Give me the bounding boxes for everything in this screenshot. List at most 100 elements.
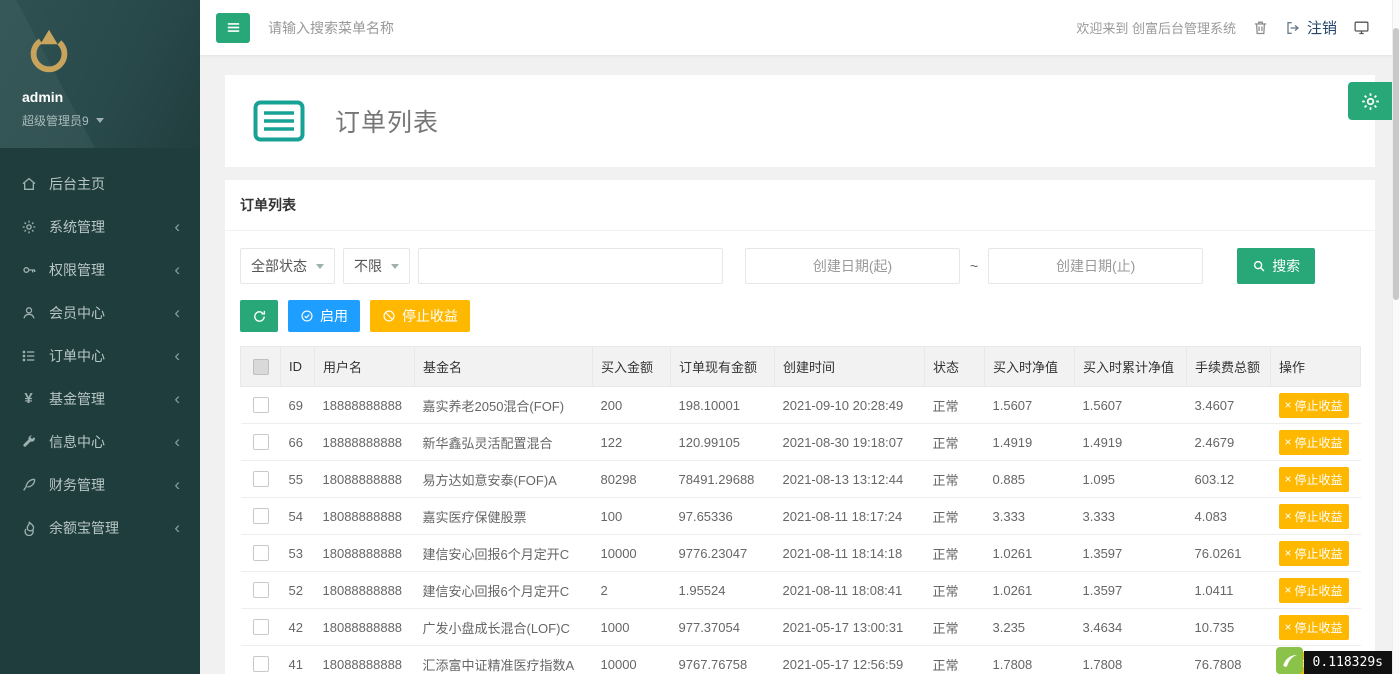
limit-select[interactable]: 不限 <box>343 248 410 284</box>
cell-current-amount: 198.10001 <box>670 386 775 424</box>
cell-acc-nav: 1.3597 <box>1074 571 1187 609</box>
cell-fund-name: 易方达如意安泰(FOF)A <box>414 460 593 498</box>
settings-fab-button[interactable] <box>1348 82 1392 120</box>
cell-buy-amount: 2 <box>592 571 671 609</box>
row-checkbox[interactable] <box>252 582 269 599</box>
row-checkbox[interactable] <box>252 656 269 673</box>
refresh-button[interactable] <box>240 300 278 332</box>
cell-fund-name: 汇添富中证精准医疗指数A <box>414 645 593 674</box>
sidebar-item-finance[interactable]: 财务管理 ‹ <box>0 463 200 506</box>
cell-id: 52 <box>280 571 315 609</box>
sidebar-item-member[interactable]: 会员中心 ‹ <box>0 291 200 334</box>
row-checkbox[interactable] <box>252 619 269 636</box>
cell-username: 18088888888 <box>314 571 415 609</box>
sidebar-item-info[interactable]: 信息中心 ‹ <box>0 420 200 463</box>
chevron-left-icon: ‹ <box>174 432 180 451</box>
cell-current-amount: 1.95524 <box>670 571 775 609</box>
table-row: 55 18088888888 易方达如意安泰(FOF)A 80298 78491… <box>240 460 1361 498</box>
topbar-right: 欢迎来到 创富后台管理系统 注销 <box>1076 17 1384 38</box>
cell-acc-nav: 3.4634 <box>1074 608 1187 646</box>
date-start-input[interactable] <box>745 248 960 284</box>
cell-current-amount: 120.99105 <box>670 423 775 461</box>
row-stop-button[interactable]: × 停止收益 <box>1278 429 1349 455</box>
search-button-label: 搜索 <box>1272 258 1301 274</box>
keyword-input[interactable] <box>418 248 723 284</box>
gears-icon <box>20 218 37 235</box>
welcome-text: 欢迎来到 创富后台管理系统 <box>1076 21 1236 36</box>
date-end-input[interactable] <box>988 248 1204 284</box>
row-stop-button[interactable]: × 停止收益 <box>1278 540 1349 566</box>
sidebar-item-order[interactable]: 订单中心 ‹ <box>0 334 200 377</box>
row-checkbox-cell <box>240 571 281 609</box>
row-checkbox[interactable] <box>252 434 269 451</box>
stop-profit-button[interactable]: 停止收益 <box>370 300 470 332</box>
column-header: 状态 <box>924 346 985 387</box>
row-stop-button[interactable]: × 停止收益 <box>1278 392 1349 418</box>
cell-status: 正常 <box>924 608 985 646</box>
row-stop-button[interactable]: × 停止收益 <box>1278 577 1349 603</box>
caret-down-icon <box>391 263 399 269</box>
cell-buy-amount: 100 <box>592 497 671 535</box>
cell-acc-nav: 1.095 <box>1074 460 1187 498</box>
close-icon: × <box>1284 546 1292 560</box>
row-checkbox-cell <box>240 645 281 674</box>
cell-buy-nav: 1.0261 <box>984 534 1075 572</box>
row-checkbox[interactable] <box>252 545 269 562</box>
role-dropdown[interactable]: 超级管理员9 <box>22 112 104 129</box>
logout-link[interactable]: 注销 <box>1285 17 1337 38</box>
user-icon <box>20 304 37 321</box>
cell-action: × 停止收益 <box>1270 460 1361 498</box>
order-table-body: 69 18888888888 嘉实养老2050混合(FOF) 200 198.1… <box>240 386 1361 674</box>
status-select[interactable]: 全部状态 <box>240 248 335 284</box>
cell-username: 18088888888 <box>314 460 415 498</box>
sidebar-item-fund[interactable]: ¥ 基金管理 ‹ <box>0 377 200 420</box>
enable-button[interactable]: 启用 <box>288 300 360 332</box>
row-stop-button[interactable]: × 停止收益 <box>1278 503 1349 529</box>
cell-action: × 停止收益 <box>1270 571 1361 609</box>
sidebar-item-yuebao[interactable]: 余额宝管理 ‹ <box>0 506 200 549</box>
sidebar-item-system[interactable]: 系统管理 ‹ <box>0 205 200 248</box>
stop-button-label: 停止收益 <box>402 308 458 324</box>
menu-search-input[interactable] <box>266 18 516 37</box>
table-row: 66 18888888888 新华鑫弘灵活配置混合 122 120.99105 … <box>240 423 1361 461</box>
menu-toggle-button[interactable] <box>216 12 250 43</box>
table-row: 52 18088888888 建信安心回报6个月定开C 2 1.95524 20… <box>240 571 1361 609</box>
search-button[interactable]: 搜索 <box>1237 248 1316 284</box>
scrollbar-thumb[interactable] <box>1393 28 1399 300</box>
trace-badge[interactable]: 0.118329s <box>1275 647 1392 674</box>
cell-fee-total: 10.735 <box>1186 608 1271 646</box>
cell-action: × 停止收益 <box>1270 386 1361 424</box>
cell-acc-nav: 1.5607 <box>1074 386 1187 424</box>
column-header: 创建时间 <box>774 346 925 387</box>
column-header: 用户名 <box>314 346 415 387</box>
chevron-left-icon: ‹ <box>174 518 180 537</box>
row-stop-label: 停止收益 <box>1294 398 1343 413</box>
cell-action: × 停止收益 <box>1270 423 1361 461</box>
cell-buy-nav: 1.0261 <box>984 571 1075 609</box>
enable-button-label: 启用 <box>320 308 348 324</box>
row-checkbox[interactable] <box>252 397 269 414</box>
cell-fee-total: 76.7808 <box>1186 645 1271 674</box>
select-all-checkbox[interactable] <box>253 358 269 375</box>
row-stop-button[interactable]: × 停止收益 <box>1278 614 1349 640</box>
order-list-icon <box>253 100 305 142</box>
monitor-icon <box>1353 19 1370 36</box>
row-checkbox-cell <box>240 608 281 646</box>
cell-action: × 停止收益 <box>1270 497 1361 535</box>
chevron-left-icon: ‹ <box>174 260 180 279</box>
theme-button[interactable] <box>1353 19 1370 36</box>
cell-acc-nav: 1.7808 <box>1074 645 1187 674</box>
chevron-left-icon: ‹ <box>174 303 180 322</box>
row-checkbox[interactable] <box>252 508 269 525</box>
sidebar-item-home[interactable]: 后台主页 <box>0 162 200 205</box>
row-checkbox-cell <box>240 497 281 535</box>
cell-current-amount: 9776.23047 <box>670 534 775 572</box>
clear-cache-button[interactable] <box>1252 19 1269 36</box>
sidebar-item-permission[interactable]: 权限管理 ‹ <box>0 248 200 291</box>
status-select-value: 全部状态 <box>251 258 307 274</box>
row-stop-button[interactable]: × 停止收益 <box>1278 466 1349 492</box>
sidebar-item-label: 财务管理 <box>49 476 105 493</box>
row-checkbox[interactable] <box>252 471 269 488</box>
caret-down-icon <box>95 118 104 123</box>
cell-status: 正常 <box>924 497 985 535</box>
